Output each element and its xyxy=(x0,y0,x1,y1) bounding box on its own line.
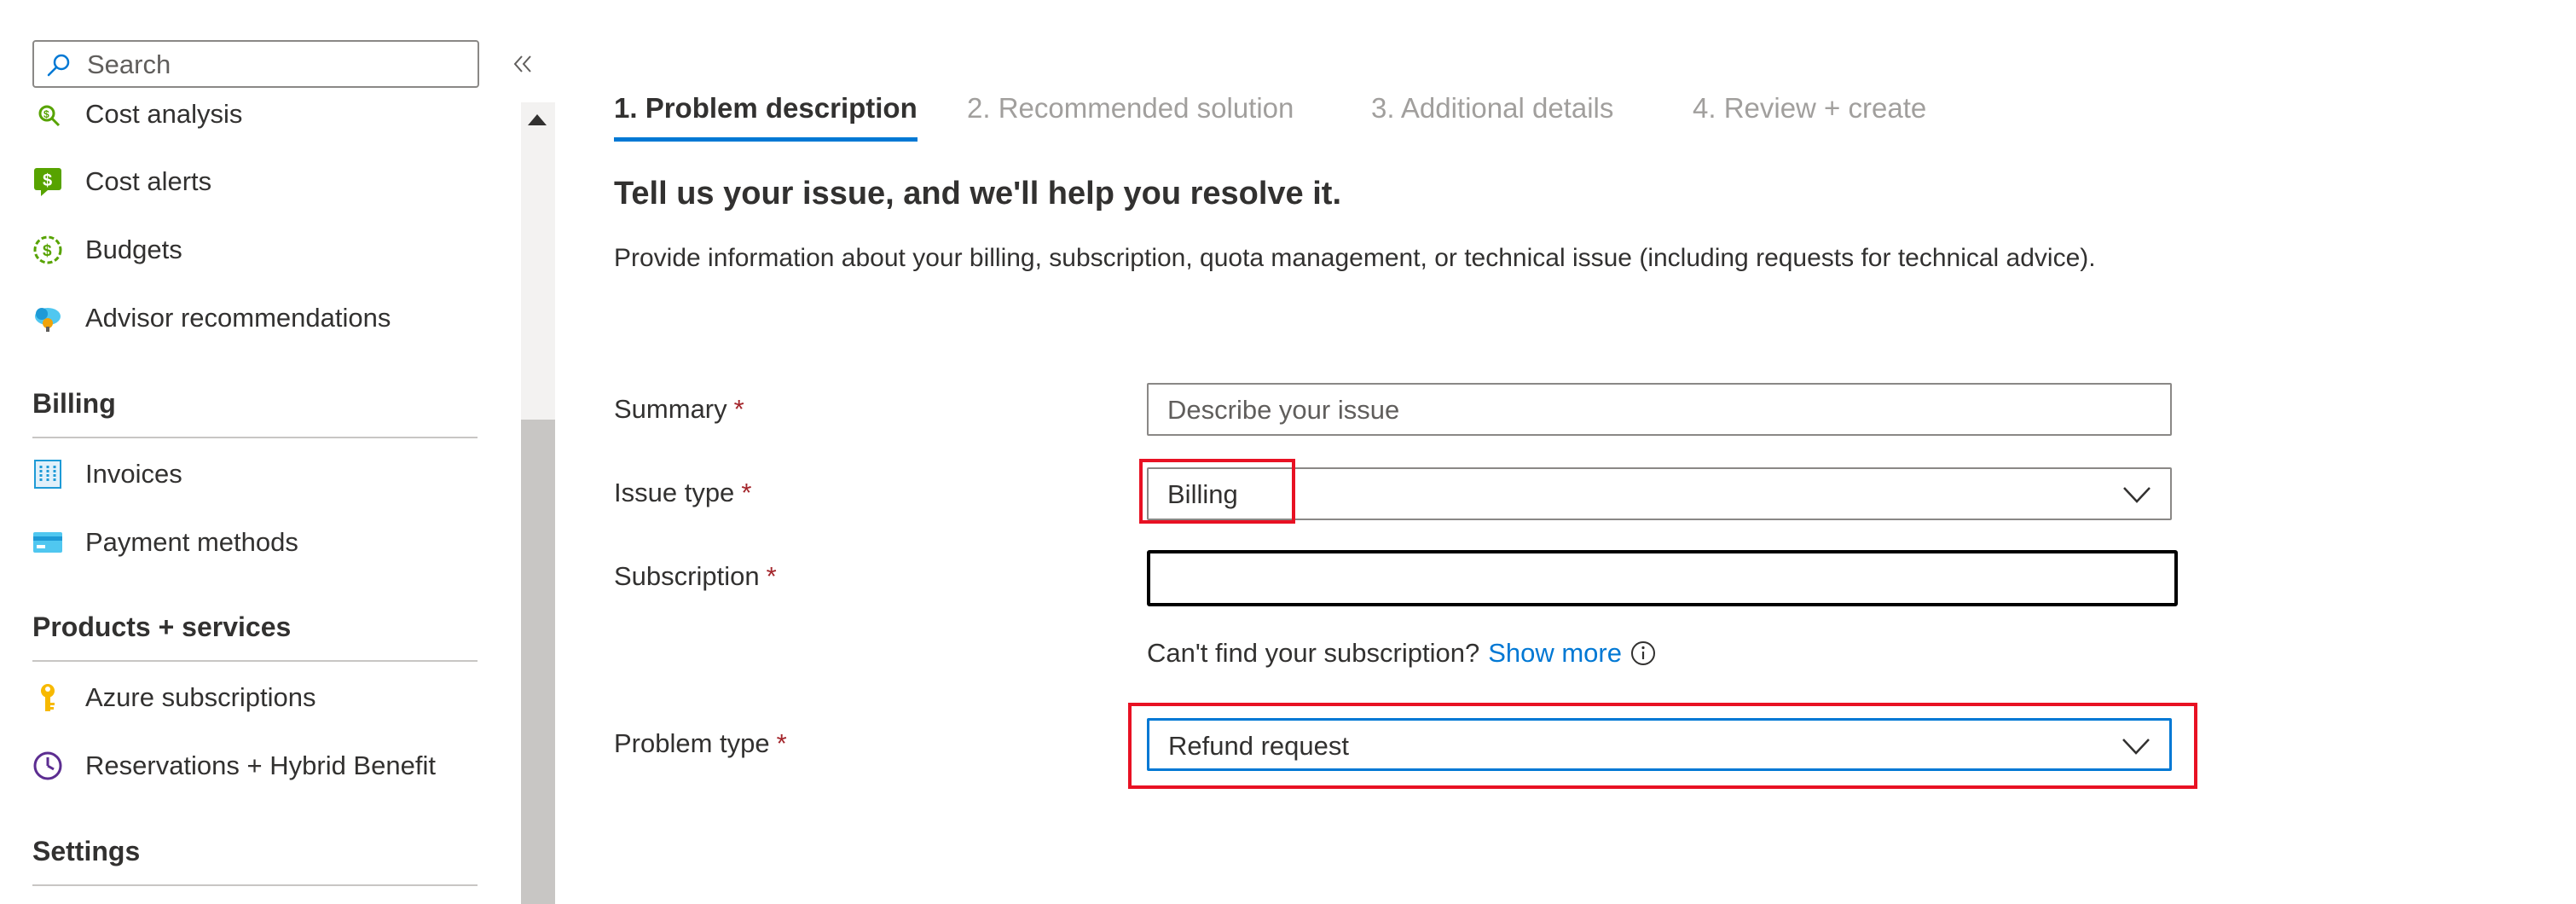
advisor-icon xyxy=(32,303,63,333)
search-icon xyxy=(47,54,70,77)
subscription-hint-text: Can't find your subscription? xyxy=(1147,638,1480,668)
tab-recommended-solution[interactable]: 2. Recommended solution xyxy=(967,92,1294,125)
summary-input[interactable] xyxy=(1167,393,2148,427)
problem-type-label: Problem type * xyxy=(614,728,787,759)
info-icon[interactable] xyxy=(1630,640,1656,666)
cost-alerts-icon: $ xyxy=(32,166,63,197)
show-more-link[interactable]: Show more xyxy=(1488,638,1622,669)
issue-type-label: Issue type * xyxy=(614,478,751,508)
summary-label-text: Summary xyxy=(614,394,727,424)
sidebar-item-label: Cost alerts xyxy=(85,166,212,196)
sidebar-item-cost-analysis[interactable]: $ Cost analysis xyxy=(32,89,493,140)
sidebar-item-budgets[interactable]: $ Budgets xyxy=(32,224,493,275)
issue-type-dropdown[interactable]: Billing xyxy=(1147,467,2172,520)
reservations-clock-icon xyxy=(32,750,63,781)
double-chevron-left-icon xyxy=(513,55,531,72)
cost-analysis-icon: $ xyxy=(32,99,63,130)
problem-type-value: Refund request xyxy=(1168,731,1349,761)
section-heading-settings: Settings xyxy=(32,836,141,866)
page-heading: Tell us your issue, and we'll help you r… xyxy=(614,176,1342,212)
subscription-label: Subscription * xyxy=(614,561,777,592)
sidebar-item-label: Cost analysis xyxy=(85,99,243,129)
required-indicator: * xyxy=(733,394,744,424)
sidebar-item-label: Advisor recommendations xyxy=(85,303,391,333)
sidebar-item-label: Invoices xyxy=(85,459,182,489)
page-description: Provide information about your billing, … xyxy=(614,244,2096,272)
problem-type-label-text: Problem type xyxy=(614,728,770,758)
sidebar-item-label: Budgets xyxy=(85,235,182,264)
issue-type-value: Billing xyxy=(1167,479,1238,509)
search-box[interactable] xyxy=(32,40,479,88)
chevron-down-icon xyxy=(2123,487,2151,503)
required-indicator: * xyxy=(741,478,752,507)
scrollbar-thumb[interactable] xyxy=(521,420,555,904)
section-heading-billing: Billing xyxy=(32,388,116,419)
sidebar-item-invoices[interactable]: Invoices xyxy=(32,449,493,500)
svg-text:$: $ xyxy=(43,108,49,120)
required-indicator: * xyxy=(776,728,787,758)
collapse-sidebar-button[interactable] xyxy=(508,49,537,78)
section-heading-products-services: Products + services xyxy=(32,611,292,642)
section-divider xyxy=(32,660,478,662)
svg-text:$: $ xyxy=(43,171,52,190)
sidebar: $ Cost analysis $ Cost alerts $ Budgets xyxy=(0,0,563,904)
subscription-label-text: Subscription xyxy=(614,561,760,591)
sidebar-item-label: Payment methods xyxy=(85,527,298,557)
tab-problem-description[interactable]: 1. Problem description xyxy=(614,92,918,125)
required-indicator: * xyxy=(766,561,777,591)
subscription-dropdown[interactable] xyxy=(1147,550,2178,606)
sidebar-item-reservations[interactable]: Reservations + Hybrid Benefit xyxy=(32,740,493,791)
sidebar-item-label: Reservations + Hybrid Benefit xyxy=(85,750,436,780)
sidebar-item-label: Azure subscriptions xyxy=(85,682,316,712)
active-tab-indicator xyxy=(614,137,918,142)
scroll-up-arrow-icon[interactable] xyxy=(528,114,547,125)
sidebar-item-advisor-recommendations[interactable]: Advisor recommendations xyxy=(32,293,493,344)
summary-label: Summary * xyxy=(614,394,744,425)
tab-review-create[interactable]: 4. Review + create xyxy=(1693,92,1926,125)
invoices-icon xyxy=(32,459,63,490)
chevron-down-icon xyxy=(2122,739,2150,755)
payment-methods-icon xyxy=(32,527,63,558)
budgets-icon: $ xyxy=(32,235,63,265)
section-divider xyxy=(32,884,478,886)
key-icon xyxy=(32,682,63,713)
summary-field[interactable] xyxy=(1147,383,2172,436)
section-divider xyxy=(32,437,478,438)
search-input[interactable] xyxy=(87,49,462,81)
subscription-hint: Can't find your subscription? Show more xyxy=(1147,638,1656,669)
svg-text:$: $ xyxy=(43,242,52,260)
sidebar-item-cost-alerts[interactable]: $ Cost alerts xyxy=(32,156,493,207)
problem-type-dropdown[interactable]: Refund request xyxy=(1147,718,2172,771)
sidebar-item-azure-subscriptions[interactable]: Azure subscriptions xyxy=(32,672,493,723)
tab-additional-details[interactable]: 3. Additional details xyxy=(1371,92,1613,125)
sidebar-item-payment-methods[interactable]: Payment methods xyxy=(32,517,493,568)
issue-type-label-text: Issue type xyxy=(614,478,735,507)
